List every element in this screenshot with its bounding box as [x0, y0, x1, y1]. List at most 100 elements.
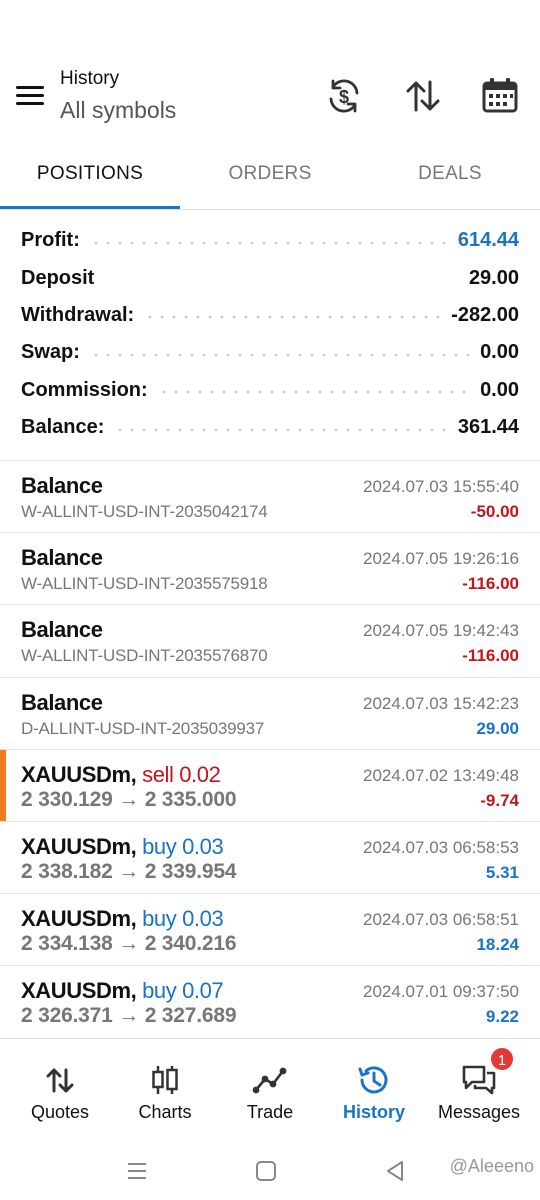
item-title: Balance: [21, 617, 103, 643]
tabs-divider: [0, 209, 540, 210]
summary-label: Commission:: [21, 378, 148, 401]
summary-row-profit: Profit: 614.44: [0, 222, 540, 259]
page-title: History: [60, 68, 120, 89]
history-icon: [358, 1066, 388, 1094]
summary-row-deposit: Deposit 29.00: [0, 259, 540, 296]
app-header: History All symbols $: [0, 60, 540, 140]
item-comment: D-ALLINT-USD-INT-2035039937: [21, 718, 265, 738]
item-time: 2024.07.03 06:58:51: [363, 910, 519, 930]
item-comment: W-ALLINT-USD-INT-2035575918: [21, 574, 268, 594]
home-icon[interactable]: [251, 1156, 281, 1186]
list-item[interactable]: XAUUSDm, buy 0.03 2 338.182 → 2 339.954 …: [0, 822, 540, 895]
nav-quotes[interactable]: Quotes: [6, 1050, 114, 1134]
item-comment: W-ALLINT-USD-INT-2035576870: [21, 646, 268, 666]
item-amount: -9.74: [480, 790, 519, 810]
item-amount: -116.00: [462, 574, 519, 594]
list-item[interactable]: Balance W-ALLINT-USD-INT-2035575918 2024…: [0, 533, 540, 606]
item-title: Balance: [21, 545, 103, 571]
nav-label: Quotes: [30, 1102, 90, 1122]
item-symbol: XAUUSDm,: [21, 761, 137, 787]
summary-label: Deposit: [21, 266, 95, 289]
item-amount: 18.24: [476, 935, 519, 955]
item-amount: 29.00: [476, 718, 519, 738]
item-trade-type: buy 0.07: [142, 978, 224, 1004]
history-list: Balance W-ALLINT-USD-INT-2035042174 2024…: [0, 461, 540, 1039]
summary-row-commission: Commission: 0.00: [0, 372, 540, 409]
item-trade-type: buy 0.03: [142, 906, 224, 932]
leader-dots: [89, 352, 471, 357]
item-trade-type: buy 0.03: [142, 833, 224, 859]
svg-text:$: $: [339, 87, 349, 107]
trade-icon: [252, 1067, 287, 1094]
history-tabs: POSITIONS ORDERS DEALS: [0, 150, 540, 210]
summary-value-profit: 614.44: [457, 229, 519, 252]
summary-row-balance: Balance: 361.44: [0, 409, 540, 446]
symbol-filter[interactable]: All symbols: [60, 97, 176, 124]
summary-row-swap: Swap: 0.00: [0, 334, 540, 371]
item-prices: 2 338.182 → 2 339.954: [21, 859, 237, 883]
item-amount: 9.22: [485, 1007, 519, 1027]
watermark: @Aleeeno: [449, 1156, 534, 1176]
sort-icon[interactable]: [403, 76, 443, 116]
item-trade-type: sell 0.02: [142, 761, 221, 787]
sell-marker: [0, 749, 6, 821]
summary-label: Balance:: [21, 416, 105, 439]
tab-orders[interactable]: ORDERS: [180, 150, 360, 210]
item-time: 2024.07.02 13:49:48: [363, 765, 519, 785]
tab-positions[interactable]: POSITIONS: [0, 150, 180, 210]
summary-value-balance: 361.44: [457, 416, 519, 439]
item-prices: 2 330.129 → 2 335.000: [21, 787, 237, 811]
summary-label: Withdrawal:: [21, 303, 135, 326]
leader-dots: [144, 315, 442, 320]
item-time: 2024.07.05 19:26:16: [363, 549, 519, 569]
item-time: 2024.07.03 15:55:40: [363, 477, 519, 496]
nav-label: Trade: [246, 1102, 294, 1122]
nav-trade[interactable]: Trade: [216, 1050, 324, 1134]
nav-history[interactable]: History: [320, 1050, 428, 1134]
unread-badge: 1: [489, 1046, 515, 1072]
list-item[interactable]: Balance D-ALLINT-USD-INT-2035039937 2024…: [0, 678, 540, 750]
summary-label: Profit:: [21, 229, 80, 252]
summary-panel: Profit: 614.44 Deposit 29.00 Withdrawal:…: [0, 222, 540, 446]
menu-icon[interactable]: [16, 84, 46, 106]
item-amount: 5.31: [485, 862, 519, 882]
list-item[interactable]: XAUUSDm, buy 0.03 2 334.138 → 2 340.216 …: [0, 894, 540, 967]
summary-value-commission: 0.00: [480, 378, 519, 401]
item-symbol: XAUUSDm,: [21, 978, 137, 1004]
item-symbol: XAUUSDm,: [21, 833, 137, 859]
nav-label: History: [342, 1102, 405, 1122]
item-time: 2024.07.03 06:58:53: [363, 837, 519, 857]
item-title: Balance: [21, 473, 103, 498]
nav-label: Charts: [138, 1102, 192, 1122]
item-comment: W-ALLINT-USD-INT-2035042174: [21, 502, 268, 521]
item-title: XAUUSDm, buy 0.03: [21, 833, 224, 860]
calendar-icon[interactable]: [480, 76, 520, 116]
tab-deals[interactable]: DEALS: [360, 150, 540, 210]
item-time: 2024.07.03 15:42:23: [363, 693, 519, 713]
summary-row-withdrawal: Withdrawal: -282.00: [0, 297, 540, 334]
charts-icon: [152, 1066, 178, 1094]
back-icon[interactable]: [380, 1156, 410, 1186]
item-title: Balance: [21, 689, 103, 715]
item-prices: 2 334.138 → 2 340.216: [21, 932, 237, 956]
item-prices: 2 326.371 → 2 327.689: [21, 1004, 237, 1028]
item-symbol: XAUUSDm,: [21, 906, 137, 932]
summary-label: Swap:: [21, 341, 80, 364]
list-item[interactable]: XAUUSDm, sell 0.02 2 330.129 → 2 335.000…: [0, 749, 540, 822]
system-navigation-bar: @Aleeeno: [0, 1140, 540, 1200]
list-item[interactable]: Balance W-ALLINT-USD-INT-2035576870 2024…: [0, 605, 540, 678]
leader-dots: [157, 390, 471, 395]
leader-dots: [89, 240, 448, 245]
leader-dots: [114, 427, 448, 432]
recent-apps-icon[interactable]: [122, 1156, 152, 1186]
nav-charts[interactable]: Charts: [111, 1050, 219, 1134]
list-item[interactable]: Balance W-ALLINT-USD-INT-2035042174 2024…: [0, 461, 540, 534]
leader-spacer: [104, 278, 459, 282]
list-item[interactable]: XAUUSDm, buy 0.07 2 326.371 → 2 327.689 …: [0, 966, 540, 1039]
currency-sync-icon[interactable]: $: [324, 76, 364, 116]
item-time: 2024.07.05 19:42:43: [363, 621, 519, 641]
summary-value-deposit: 29.00: [468, 266, 519, 289]
nav-label: Messages: [437, 1102, 521, 1122]
quotes-icon: [46, 1068, 74, 1093]
nav-messages[interactable]: 1 Messages: [425, 1046, 533, 1134]
